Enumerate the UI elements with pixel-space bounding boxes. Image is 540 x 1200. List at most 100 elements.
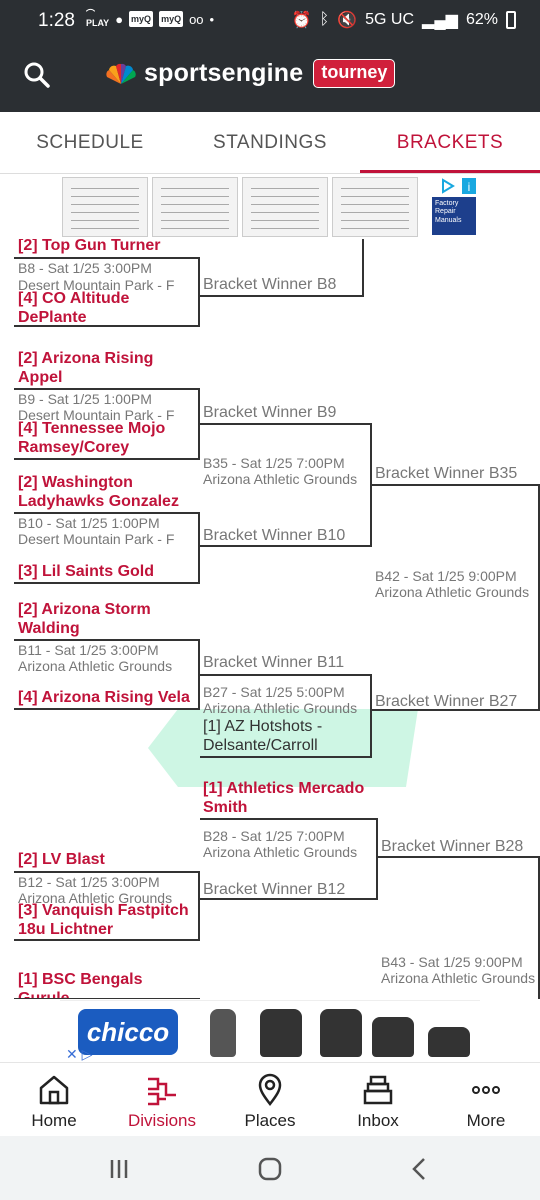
team-name[interactable]: [2] Arizona Rising Appel	[18, 349, 188, 387]
team-name[interactable]: [4] Tennessee Mojo Ramsey/Corey	[18, 419, 198, 457]
game-venue: Arizona Athletic Grounds	[18, 658, 173, 674]
battery-icon	[506, 11, 516, 29]
game-info: B10 - Sat 1/25 1:00PM	[18, 515, 160, 531]
nav-home-label: Home	[31, 1111, 77, 1130]
team-name[interactable]: [1] BSC Bengals Gurule	[18, 970, 188, 999]
nav-more[interactable]: More	[432, 1063, 540, 1136]
tab-brackets[interactable]: BRACKETS	[360, 112, 540, 173]
ad-product-image	[372, 1017, 414, 1057]
game-info: B9 - Sat 1/25 1:00PM	[18, 391, 152, 407]
game-venue: Arizona Athletic Grounds	[203, 844, 358, 860]
bracket-winner-label: Bracket Winner B9	[203, 404, 337, 421]
logo-text: sportsengine	[144, 59, 304, 87]
ad-close-icon[interactable]: ✕ ▷	[66, 1046, 92, 1063]
voicemail-icon: oo	[189, 11, 204, 27]
game-info: B28 - Sat 1/25 7:00PM	[203, 828, 345, 844]
nav-inbox-label: Inbox	[357, 1111, 399, 1130]
bracket-winner-label: Bracket Winner B28	[381, 838, 524, 855]
team-name[interactable]: [1] AZ Hotshots - Delsante/Carroll	[203, 717, 368, 755]
nav-more-label: More	[466, 1111, 506, 1130]
bluetooth-icon: ᛒ	[319, 11, 330, 28]
alarm-icon: ⏰	[291, 12, 312, 29]
ad-thumbnail	[242, 177, 328, 237]
nav-divisions-label: Divisions	[127, 1111, 197, 1130]
status-right-icons: ⏰ ᛒ 🔇 5G UC ▂▄▆ 62%	[292, 10, 516, 30]
t-mobile-play-icon: ⌒ PLAY	[86, 9, 110, 28]
game-info: B43 - Sat 1/25 9:00PM	[381, 954, 523, 970]
game-venue: Arizona Athletic Grounds	[375, 584, 530, 600]
nbc-peacock-icon	[106, 63, 136, 84]
status-time: 1:28	[38, 10, 75, 31]
bracket-view[interactable]: [2] Top Gun Turner B8 - Sat 1/25 3:00PM …	[0, 239, 540, 999]
nav-inbox[interactable]: Inbox	[324, 1063, 432, 1136]
ad-thumbnail	[332, 177, 418, 237]
bracket-winner-label: Bracket Winner B8	[203, 276, 337, 293]
team-name[interactable]: [3] Vanquish Fastpitch 18u Lichtner	[18, 901, 208, 939]
team-name[interactable]: [4] Arizona Rising Vela	[18, 688, 200, 707]
team-name[interactable]: [2] Arizona Storm Walding	[18, 600, 188, 638]
team-name[interactable]: [2] Washington Ladyhawks Gonzalez	[18, 473, 198, 511]
game-venue: Arizona Athletic Grounds	[203, 471, 358, 487]
team-name[interactable]: [4] CO Altitude DePlante	[18, 289, 198, 327]
bracket-winner-label: Bracket Winner B11	[203, 654, 345, 671]
app-header: sportsengine tourney	[0, 42, 540, 112]
ad-product-image	[428, 1027, 470, 1057]
dot-icon: •	[209, 11, 215, 27]
adchoices-icon[interactable]: i	[440, 177, 478, 195]
svg-text:i: i	[468, 180, 471, 194]
bottom-nav: Home Divisions Places Inbox More	[0, 1062, 540, 1136]
location-pin-icon	[258, 1073, 282, 1107]
nav-places[interactable]: Places	[216, 1063, 324, 1136]
bracket-winner-label: Bracket Winner B10	[203, 527, 346, 544]
tab-schedule[interactable]: SCHEDULE	[0, 112, 180, 173]
game-info: B42 - Sat 1/25 9:00PM	[375, 568, 517, 584]
team-name[interactable]: [2] Top Gun Turner	[18, 239, 161, 255]
sportsengine-logo: sportsengine tourney	[104, 59, 396, 88]
ad-banner-bottom[interactable]: chicco	[60, 1000, 480, 1062]
team-name[interactable]: [2] LV Blast	[18, 850, 105, 869]
account-icon: ●	[115, 11, 124, 27]
ad-thumbnail	[62, 177, 148, 237]
bracket-icon	[148, 1077, 176, 1106]
home-button-icon[interactable]	[255, 1154, 285, 1184]
more-dots-icon	[472, 1086, 500, 1094]
status-left-icons: ⌒ PLAY ● myQ myQ oo •	[86, 10, 214, 28]
game-info: B11 - Sat 1/25 3:00PM	[18, 642, 159, 658]
nav-home[interactable]: Home	[0, 1063, 108, 1136]
battery-label: 62%	[465, 11, 498, 28]
game-info: B12 - Sat 1/25 3:00PM	[18, 874, 160, 890]
game-venue: Arizona Athletic Grounds	[203, 700, 358, 716]
game-info: B27 - Sat 1/25 5:00PM	[203, 684, 345, 700]
chicco-logo: chicco	[78, 1009, 178, 1055]
tourney-badge: tourney	[313, 59, 396, 88]
game-venue: Desert Mountain Park - F	[18, 531, 175, 547]
back-icon[interactable]	[405, 1154, 435, 1184]
team-name[interactable]: [3] Lil Saints Gold	[18, 562, 154, 581]
signal-icon: ▂▄▆	[422, 12, 458, 29]
ad-banner-top[interactable]: Factory Repair Manuals i	[62, 177, 480, 239]
nav-divisions[interactable]: Divisions	[108, 1063, 216, 1136]
ad-product-image	[210, 1009, 236, 1057]
ad-product-image	[320, 1009, 362, 1057]
recent-apps-icon[interactable]	[104, 1154, 134, 1184]
bracket-winner-label: Bracket Winner B12	[203, 881, 346, 898]
team-name[interactable]: [1] Athletics Mercado Smith	[203, 779, 383, 817]
search-icon[interactable]	[24, 62, 50, 88]
ad-factory-manuals: Factory Repair Manuals	[432, 197, 476, 235]
game-venue: Arizona Athletic Grounds	[381, 970, 536, 986]
home-icon	[39, 1075, 69, 1105]
game-info: B35 - Sat 1/25 7:00PM	[203, 455, 345, 471]
game-info: B8 - Sat 1/25 3:00PM	[18, 260, 152, 276]
tab-standings[interactable]: STANDINGS	[180, 112, 360, 173]
system-nav-bar	[0, 1136, 540, 1200]
ad-thumbnail	[152, 177, 238, 237]
status-bar: 1:28 ⌒ PLAY ● myQ myQ oo • ⏰ ᛒ 🔇 5G UC ▂▄…	[0, 0, 540, 42]
network-label: 5G UC	[365, 11, 415, 28]
nav-places-label: Places	[244, 1111, 296, 1130]
myq-icon-2: myQ	[159, 11, 184, 27]
inbox-icon	[363, 1075, 393, 1105]
ad-product-image	[260, 1009, 302, 1057]
mute-icon: 🔇	[337, 12, 358, 29]
bracket-winner-label: Bracket Winner B35	[375, 465, 518, 482]
tab-bar: SCHEDULE STANDINGS BRACKETS	[0, 112, 540, 174]
